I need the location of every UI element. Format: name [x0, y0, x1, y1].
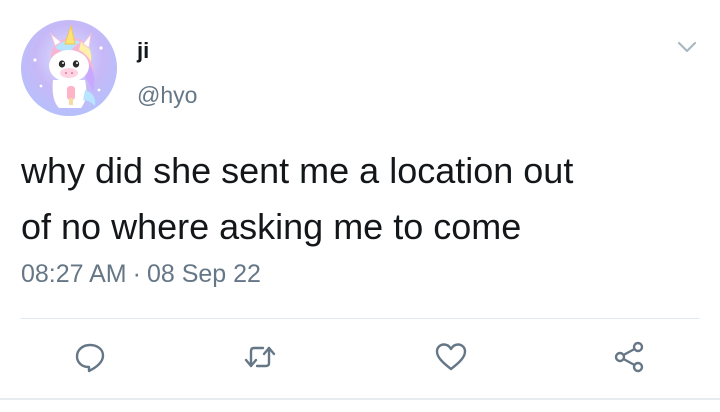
- retweet-button[interactable]: [243, 340, 277, 374]
- reply-button[interactable]: [73, 340, 107, 374]
- author-display-name[interactable]: ji: [137, 38, 149, 64]
- avatar[interactable]: [21, 20, 117, 116]
- tweet-text-line: of no where asking me to come: [21, 206, 522, 247]
- tweet-card: ji @hyo why did she sent me a location o…: [0, 0, 720, 412]
- chevron-down-icon[interactable]: [676, 36, 698, 58]
- divider: [21, 318, 699, 319]
- retweet-icon: [244, 346, 276, 368]
- tweet-timestamp[interactable]: 08:27 AM · 08 Sep 22: [21, 260, 261, 289]
- share-icon: [614, 341, 644, 373]
- heart-icon: [435, 343, 467, 371]
- bottom-divider: [0, 398, 720, 400]
- timestamp-separator: ·: [132, 260, 141, 288]
- tweet-date: 08 Sep 22: [146, 260, 261, 288]
- unicorn-avatar-icon: [33, 24, 103, 108]
- tweet-text-line: why did she sent me a location out: [21, 150, 574, 191]
- reply-icon: [75, 343, 105, 373]
- author-handle[interactable]: @hyo: [137, 82, 197, 109]
- tweet-time: 08:27 AM: [21, 260, 127, 288]
- like-button[interactable]: [434, 340, 468, 374]
- tweet-text: why did she sent me a location out of no…: [21, 143, 701, 255]
- share-button[interactable]: [612, 340, 646, 374]
